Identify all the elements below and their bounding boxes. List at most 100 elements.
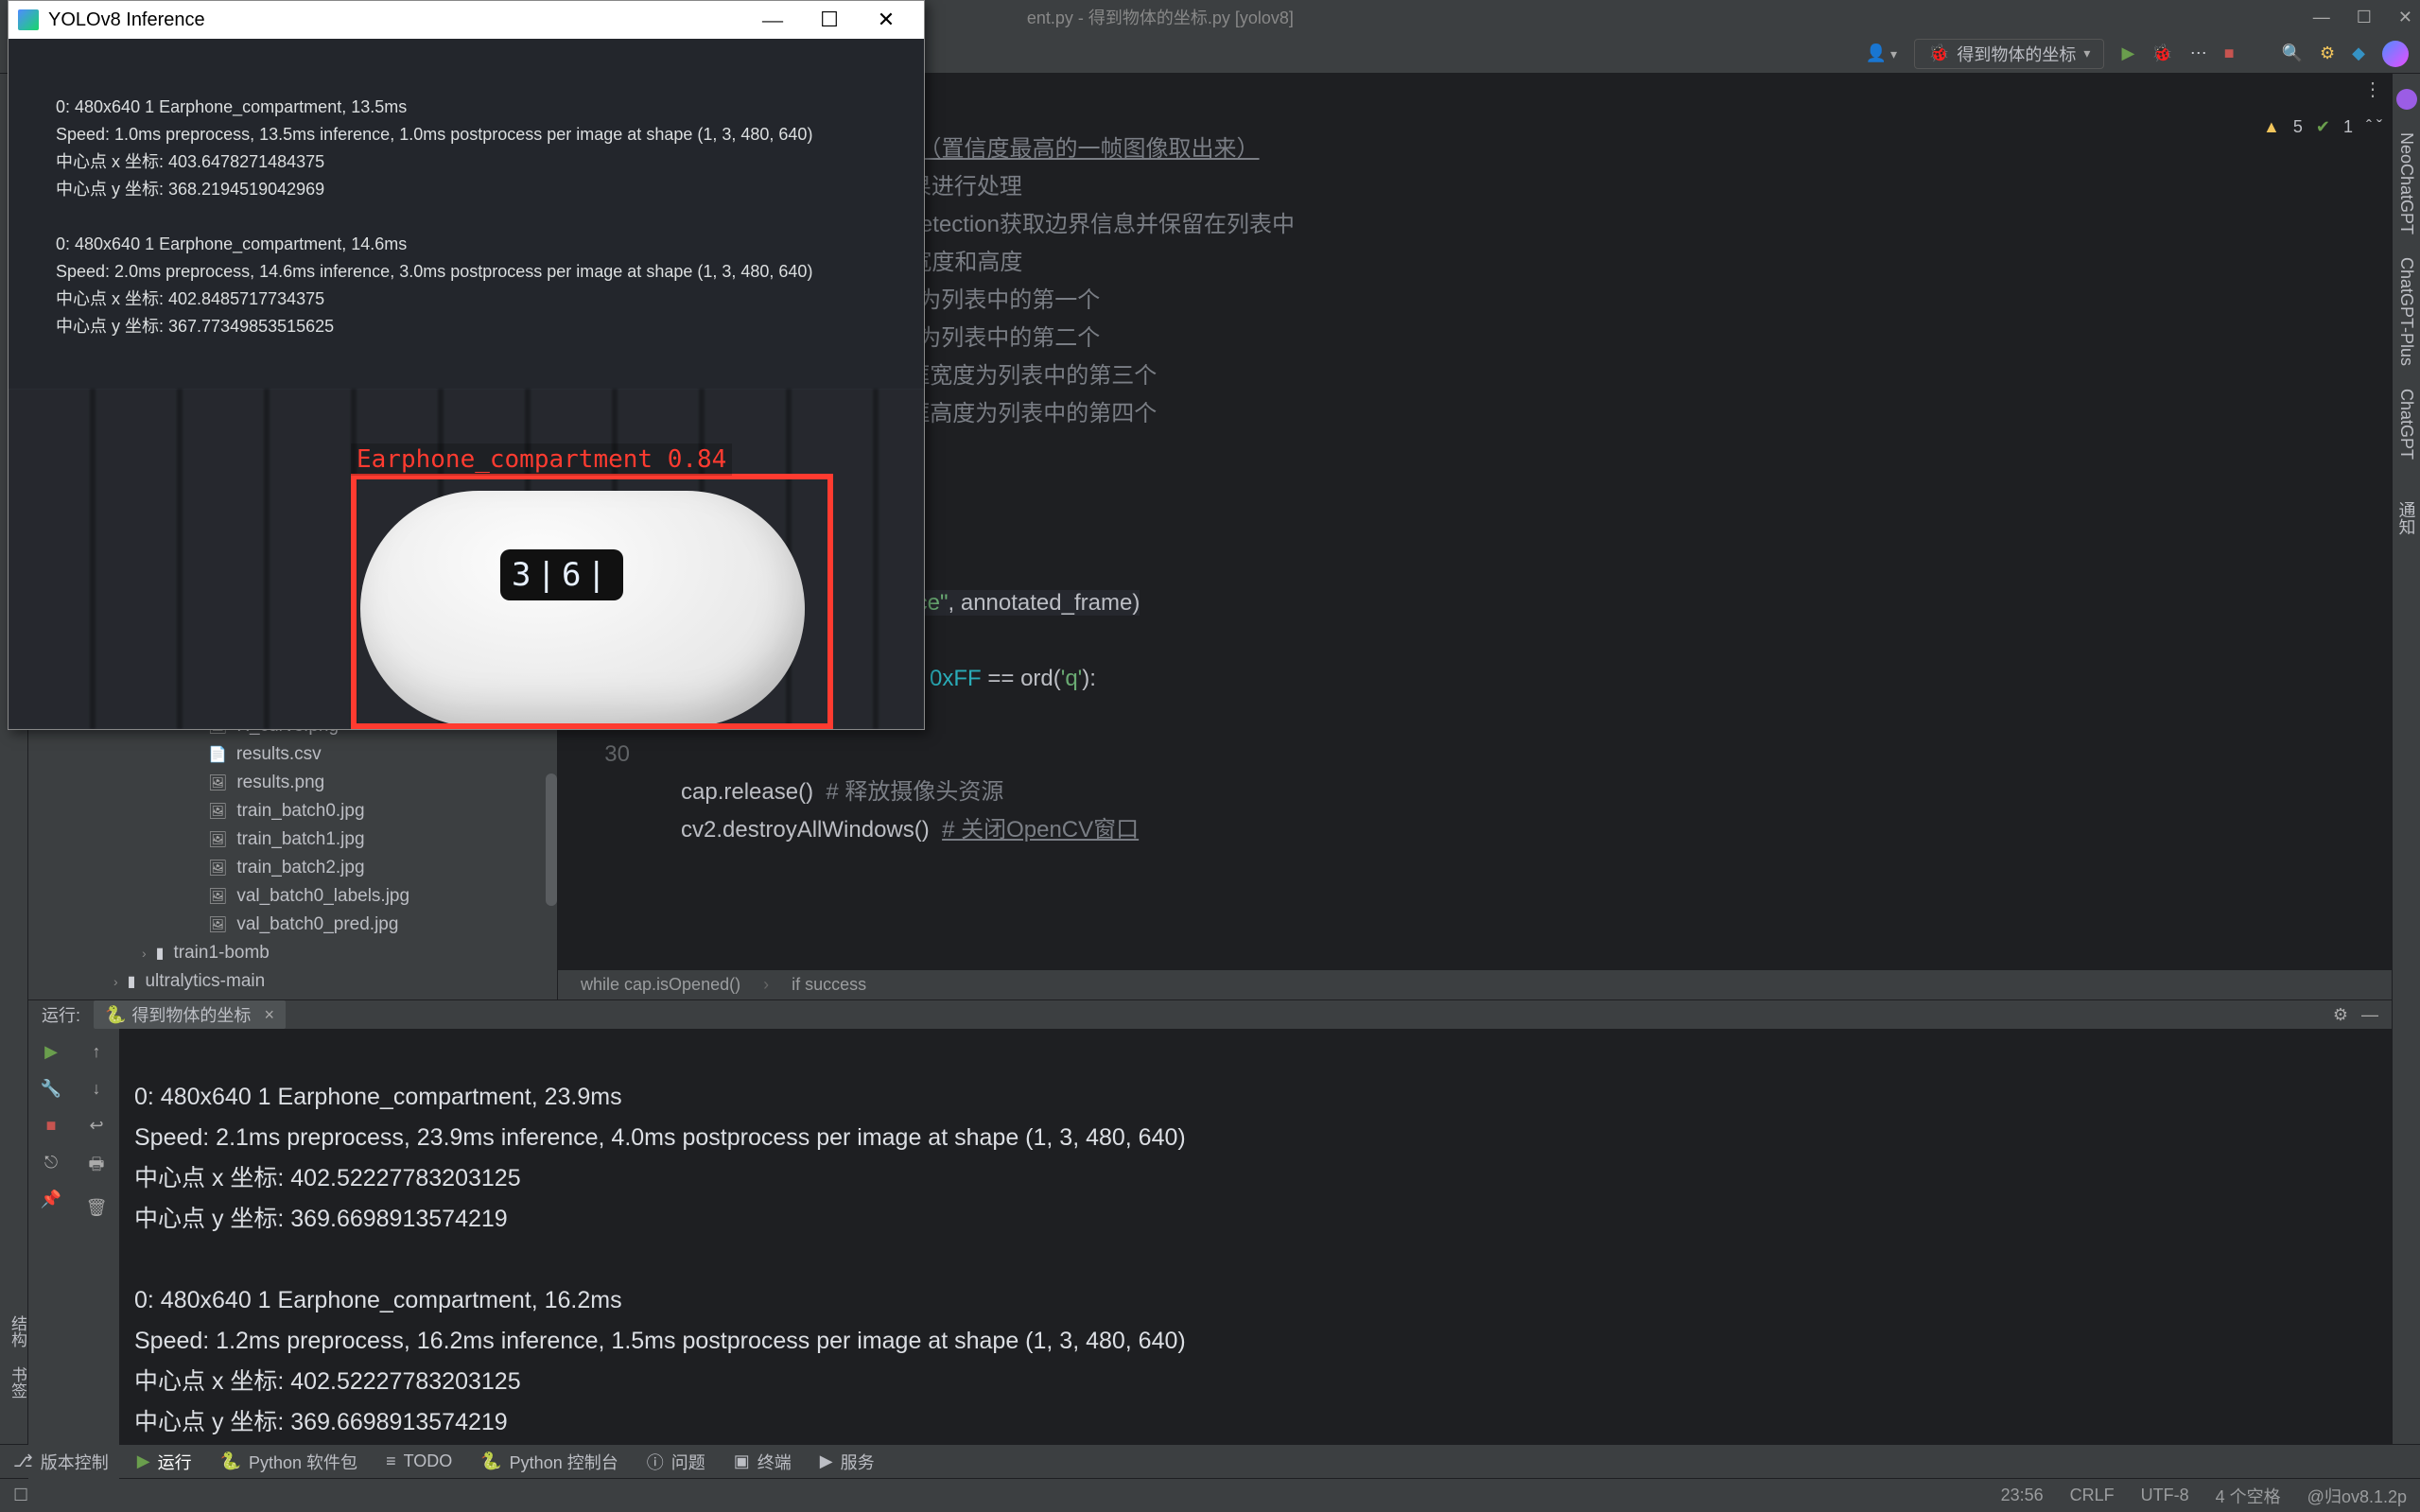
- run-tab[interactable]: ▶ 运行: [137, 1450, 192, 1474]
- breadcrumb-item[interactable]: if success: [792, 975, 866, 995]
- run-output-gutter: ↑ ↓ ↩ 🖶 🗑: [74, 1029, 119, 1489]
- right-panel-tab[interactable]: ChatGPT-Plus: [2396, 257, 2416, 366]
- run-action-gutter: ▶ 🔧 ■ ⎋ 📌: [28, 1029, 74, 1489]
- warning-icon: ▲: [2263, 117, 2280, 137]
- folder-icon: ▮: [156, 944, 165, 963]
- run-label: 运行:: [42, 1002, 80, 1027]
- pin-icon[interactable]: 📌: [41, 1190, 61, 1209]
- pyconsole-tab[interactable]: 🐍 Python 控制台: [480, 1450, 618, 1474]
- bug-icon: 🐞: [1928, 43, 1949, 63]
- tree-folder[interactable]: ›▮train1-bomb: [28, 939, 557, 967]
- tree-file[interactable]: 📄results.csv: [28, 740, 557, 769]
- tree-folder[interactable]: ›▮ultralytics-main: [28, 967, 557, 996]
- left-panel-tab[interactable]: 结构: [6, 1315, 29, 1347]
- hide-icon[interactable]: —: [2361, 1005, 2378, 1025]
- file-icon: 🖼: [208, 802, 227, 821]
- tree-file[interactable]: 🖼val_batch0_pred.jpg: [28, 911, 557, 939]
- trash-icon[interactable]: 🗑: [86, 1198, 108, 1218]
- search-icon[interactable]: 🔍: [2282, 43, 2303, 63]
- ide-logo-icon[interactable]: ◆: [2352, 43, 2365, 63]
- chevron-right-icon: ›: [113, 974, 118, 989]
- editor-breadcrumb[interactable]: while cap.isOpened() › if success: [558, 969, 2392, 999]
- file-icon: 🖼: [208, 915, 227, 934]
- overlay-log: 0: 480x640 1 Earphone_compartment, 13.5m…: [56, 67, 812, 367]
- right-panel-tab[interactable]: 通知: [2394, 501, 2419, 535]
- app-icon: [18, 9, 39, 30]
- terminal-tab[interactable]: ▣ 终端: [734, 1450, 792, 1474]
- todo-tab[interactable]: ≡ TODO: [386, 1451, 452, 1471]
- right-tool-gutter: NeoChatGPT ChatGPT-Plus ChatGPT 通知: [2392, 74, 2420, 1444]
- file-icon: 🖼: [208, 773, 227, 792]
- inference-title: YOLOv8 Inference: [48, 9, 744, 31]
- editor-kebab-icon[interactable]: ⋮: [2363, 78, 2382, 101]
- tree-file[interactable]: 🖼train_batch0.jpg: [28, 797, 557, 826]
- ide-close-icon[interactable]: ✕: [2398, 8, 2412, 27]
- services-tab[interactable]: ▶ 服务: [820, 1450, 875, 1474]
- problems-tab[interactable]: ⓘ 问题: [647, 1450, 705, 1474]
- run-config-label: 得到物体的坐标: [1957, 42, 2076, 66]
- rerun-icon[interactable]: ▶: [44, 1042, 58, 1062]
- run-config-selector[interactable]: 🐞 得到物体的坐标 ▾: [1914, 39, 2104, 69]
- pypkg-tab[interactable]: 🐍 Python 软件包: [220, 1450, 357, 1474]
- settings-icon[interactable]: ⚙: [2320, 43, 2335, 63]
- run-play-icon[interactable]: ▶: [2121, 43, 2134, 63]
- file-icon: 🖼: [208, 830, 227, 849]
- status-window-icon[interactable]: ☐: [13, 1486, 28, 1505]
- soft-wrap-icon[interactable]: ↩: [89, 1116, 103, 1136]
- chevron-right-icon: ›: [142, 946, 147, 961]
- file-icon: 🖼: [208, 859, 227, 878]
- ide-maximize-icon[interactable]: ☐: [2357, 8, 2372, 27]
- maximize-icon[interactable]: ☐: [801, 8, 858, 32]
- minimize-icon[interactable]: —: [744, 8, 801, 32]
- user-icon[interactable]: 👤 ▾: [1866, 43, 1897, 63]
- tree-file[interactable]: 🖼train_batch1.jpg: [28, 826, 557, 854]
- stop-icon[interactable]: ■: [46, 1116, 57, 1136]
- inference-window[interactable]: YOLOv8 Inference — ☐ ✕ 0: 480x640 1 Earp…: [8, 0, 925, 730]
- close-tab-icon[interactable]: ×: [264, 1005, 274, 1025]
- status-encoding[interactable]: UTF-8: [2141, 1486, 2189, 1505]
- detection-label: Earphone_compartment 0.84: [351, 443, 732, 476]
- tree-file[interactable]: 🖼results.png: [28, 769, 557, 797]
- stop-icon[interactable]: ■: [2224, 43, 2235, 63]
- more-run-icon[interactable]: ⋯: [2190, 43, 2207, 63]
- inference-frame: 0: 480x640 1 Earphone_compartment, 13.5m…: [9, 39, 924, 729]
- run-tab[interactable]: 🐍得到物体的坐标×: [94, 1000, 286, 1029]
- status-crlf[interactable]: CRLF: [2070, 1486, 2115, 1505]
- right-panel-tab[interactable]: ChatGPT: [2396, 389, 2416, 460]
- left-panel-tab[interactable]: 书签: [6, 1366, 29, 1399]
- gear-icon[interactable]: ⚙: [2333, 1005, 2348, 1025]
- ide-minimize-icon[interactable]: —: [2313, 8, 2330, 27]
- avatar-icon[interactable]: [2382, 41, 2409, 67]
- exit-icon[interactable]: ⎋: [44, 1153, 58, 1173]
- tree-file[interactable]: 🖼val_batch0_labels.jpg: [28, 882, 557, 911]
- left-panel-tabs: 结构 书签: [6, 1315, 29, 1399]
- file-icon: 📄: [208, 745, 227, 764]
- caret-icon: ˆ ˇ: [2366, 117, 2382, 137]
- tree-file[interactable]: 🖼train_batch2.jpg: [28, 854, 557, 882]
- breadcrumb-item[interactable]: while cap.isOpened(): [581, 975, 740, 995]
- down-icon[interactable]: ↓: [93, 1079, 101, 1099]
- tree-scrollbar[interactable]: [546, 773, 557, 906]
- status-indent[interactable]: 4 个空格: [2216, 1484, 2281, 1508]
- run-console[interactable]: 0: 480x640 1 Earphone_compartment, 23.9m…: [119, 1029, 2392, 1489]
- detection-bbox: [351, 474, 833, 729]
- status-time: 23:56: [2001, 1486, 2044, 1505]
- run-header: 运行: 🐍得到物体的坐标× ⚙ —: [28, 1000, 2392, 1029]
- status-interpreter[interactable]: @归ov8.1.2p: [2307, 1484, 2407, 1508]
- plugin-icon[interactable]: [2396, 89, 2417, 110]
- code-content[interactable]: sults[0].plot() #（置信度最高的一帧图像取出来） # 对结果进行…: [681, 93, 2392, 969]
- chevron-right-icon: ›: [763, 975, 769, 995]
- up-icon[interactable]: ↑: [93, 1042, 101, 1062]
- print-icon[interactable]: 🖶: [89, 1153, 105, 1181]
- inference-titlebar[interactable]: YOLOv8 Inference — ☐ ✕: [9, 1, 924, 39]
- folder-icon: ▮: [128, 972, 136, 991]
- debug-icon[interactable]: 🐞: [2151, 43, 2172, 63]
- close-icon[interactable]: ✕: [858, 8, 914, 32]
- wrench-icon[interactable]: 🔧: [41, 1079, 61, 1099]
- file-icon: 🖼: [208, 887, 227, 906]
- vcs-tab[interactable]: ⎇ 版本控制: [13, 1450, 109, 1474]
- editor-inspection[interactable]: ▲5 ✔1 ˆ ˇ: [2263, 117, 2382, 137]
- chevron-down-icon: ▾: [2083, 45, 2090, 61]
- run-tool-window: 运行: 🐍得到物体的坐标× ⚙ — ▶ 🔧 ■ ⎋ 📌 ↑ ↓ ↩: [28, 999, 2392, 1444]
- right-panel-tab[interactable]: NeoChatGPT: [2396, 132, 2416, 235]
